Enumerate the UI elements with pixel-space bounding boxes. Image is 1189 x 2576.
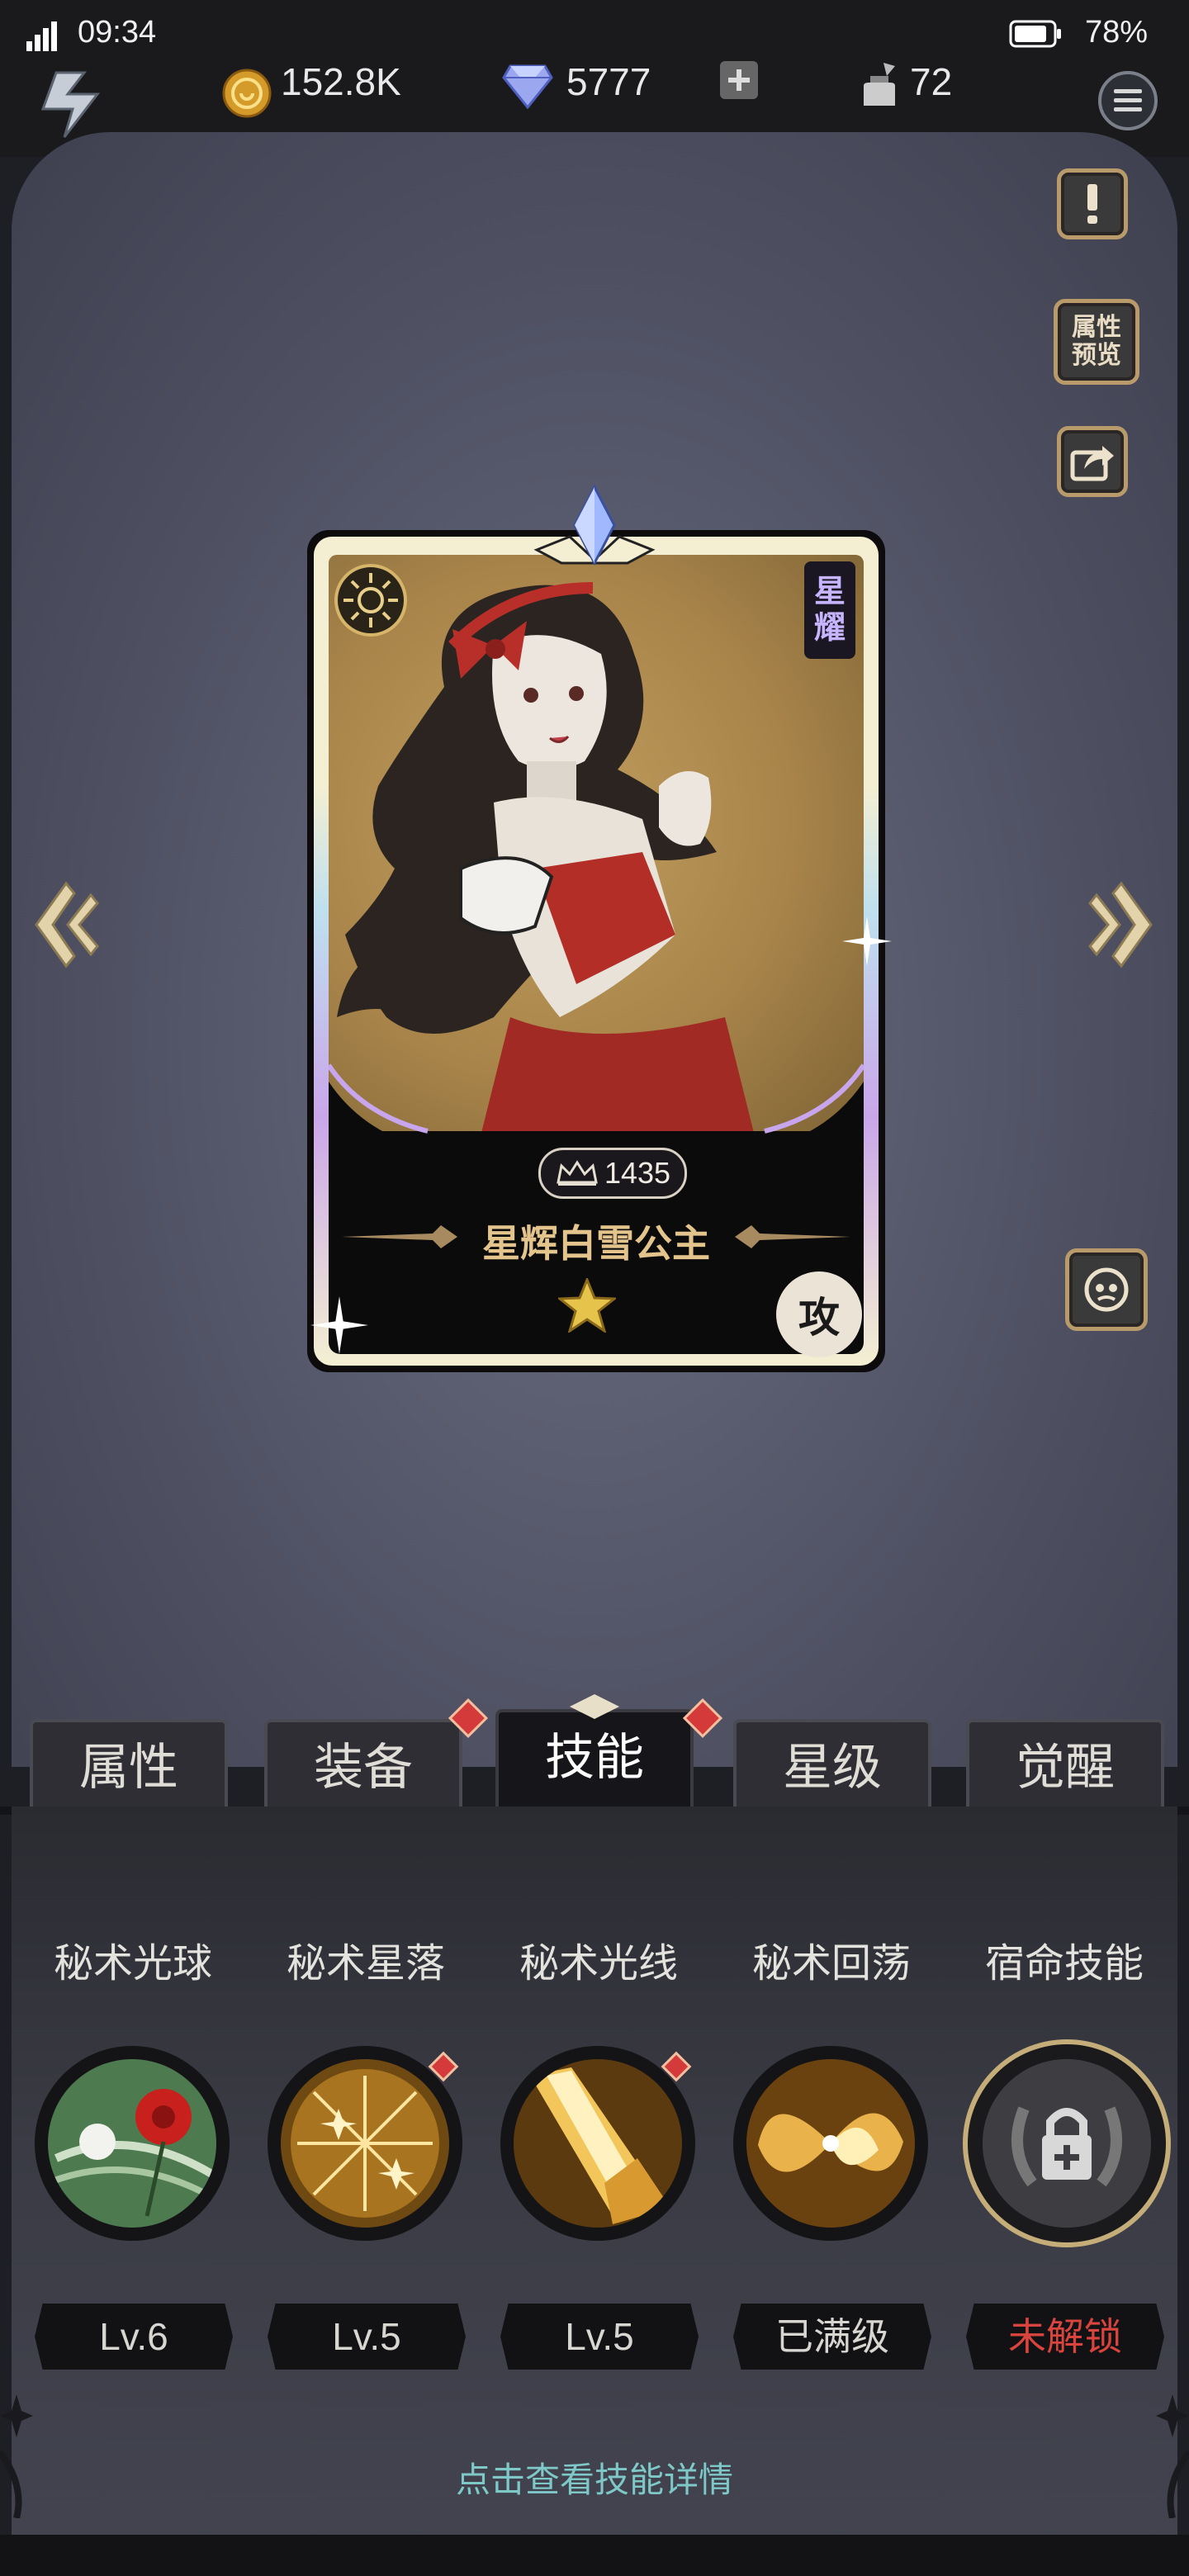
- role-label: 攻: [798, 1295, 840, 1341]
- crystal-crest-icon: [533, 484, 656, 566]
- hamburger-icon: [1114, 89, 1142, 111]
- skill-level: Lv.5: [268, 2304, 466, 2370]
- sparkle-icon: [310, 1296, 368, 1354]
- skill-name: 宿命技能: [984, 1942, 1144, 1986]
- skill-name: 秘术星落: [286, 1942, 445, 1986]
- hero-appearance-button[interactable]: [1065, 1248, 1148, 1331]
- skill-level-locked: 未解锁: [966, 2304, 1164, 2370]
- tab-skills[interactable]: 技能: [495, 1709, 694, 1811]
- power-badge: 1435: [538, 1148, 687, 1199]
- skill-name: 秘术光球: [53, 1942, 212, 1986]
- signal-icon: [26, 21, 57, 51]
- next-hero-arrow[interactable]: [1087, 877, 1163, 973]
- skill-name: 秘术回荡: [751, 1942, 911, 1986]
- rank-label: 星耀: [813, 575, 846, 646]
- bottom-edge: [0, 2535, 1189, 2576]
- attribute-preview-button[interactable]: 属性预览: [1054, 299, 1139, 385]
- info-button[interactable]: [1057, 168, 1128, 239]
- role-badge: 攻: [776, 1271, 862, 1357]
- tab-attributes[interactable]: 属性: [30, 1719, 228, 1810]
- crown-icon: [557, 1160, 598, 1186]
- back-icon[interactable]: [31, 66, 111, 140]
- skill-icon-button[interactable]: [733, 2046, 928, 2241]
- diamond-icon: [502, 64, 553, 109]
- starfall-icon: [281, 2059, 449, 2228]
- sun-emblem-icon: [334, 564, 407, 637]
- vortex-icon: [746, 2059, 915, 2228]
- add-diamonds-button[interactable]: [720, 61, 758, 99]
- sparkle-icon: [842, 916, 892, 966]
- skill-icon-button[interactable]: [268, 2046, 462, 2241]
- skill-detail-hint[interactable]: 点击查看技能详情: [0, 2452, 1189, 2503]
- ink-bottle-icon: [864, 63, 895, 106]
- tab-equipment[interactable]: 装备: [264, 1719, 462, 1810]
- skill-level: 已满级: [733, 2304, 931, 2370]
- menu-button[interactable]: [1098, 71, 1158, 130]
- light-beam-icon: [514, 2059, 682, 2228]
- exclamation-icon: [1087, 184, 1097, 224]
- attribute-preview-label: 属性预览: [1072, 314, 1121, 369]
- share-icon: [1070, 446, 1114, 481]
- diamond-amount: 5777: [566, 60, 651, 103]
- lock-icon: [983, 2059, 1151, 2228]
- star-icon: [558, 1278, 616, 1333]
- active-tab-marker-icon: [570, 1694, 619, 1719]
- skill-icon-button[interactable]: [35, 2046, 230, 2241]
- battery-icon: [1009, 20, 1061, 48]
- skill-level: Lv.6: [35, 2304, 233, 2370]
- rank-badge: 星耀: [804, 561, 855, 659]
- gold-amount: 152.8K: [281, 60, 401, 103]
- previous-hero-arrow[interactable]: [25, 877, 101, 973]
- hero-name: 星辉白雪公主: [482, 1222, 710, 1265]
- gold-coin-icon: [222, 69, 272, 118]
- battery-percent: 78%: [1085, 15, 1149, 50]
- power-value: 1435: [604, 1156, 671, 1190]
- share-button[interactable]: [1057, 426, 1128, 497]
- card-lower-frame: [329, 1063, 864, 1156]
- clock: 09:34: [78, 15, 157, 50]
- locked-skill-button[interactable]: [963, 2039, 1171, 2247]
- skill-level: Lv.5: [500, 2304, 699, 2370]
- plus-icon: [728, 69, 750, 91]
- skill-icon-button[interactable]: [500, 2046, 695, 2241]
- tab-stars[interactable]: 星级: [733, 1719, 931, 1810]
- skill-name: 秘术光线: [519, 1942, 678, 1986]
- rose-icon: [48, 2059, 216, 2228]
- tab-awaken[interactable]: 觉醒: [966, 1719, 1164, 1810]
- stamina-amount: 72: [910, 60, 953, 103]
- mask-icon: [1084, 1267, 1129, 1312]
